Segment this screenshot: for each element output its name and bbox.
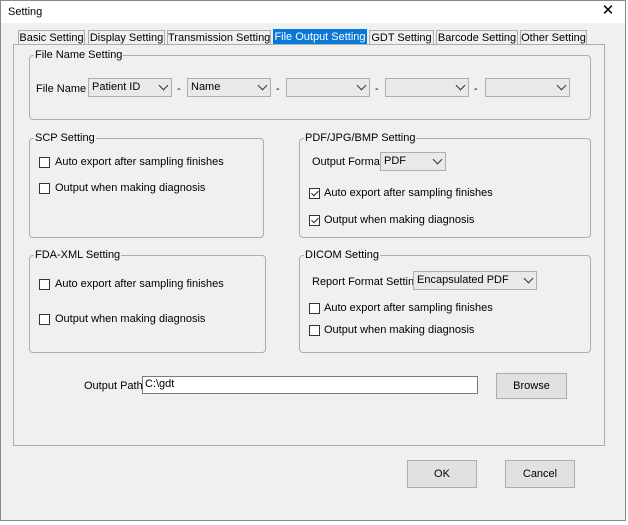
browse-button[interactable]: Browse	[496, 373, 567, 399]
fda-output-diagnosis-label: Output when making diagnosis	[55, 313, 206, 325]
output-path-input[interactable]: C:\gdt	[142, 376, 478, 394]
window-title: Setting	[8, 6, 43, 18]
file-name-separator: -	[177, 83, 181, 95]
chevron-down-icon	[432, 154, 443, 165]
output-format-value: PDF	[384, 155, 406, 167]
ok-button[interactable]: OK	[407, 460, 477, 488]
scp-output-diagnosis-checkbox[interactable]	[39, 183, 50, 194]
pdf-output-diagnosis-checkbox[interactable]	[309, 215, 320, 226]
file-name-part-5-select[interactable]	[485, 78, 570, 97]
scp-auto-export-label: Auto export after sampling finishes	[55, 156, 224, 168]
chevron-down-icon	[257, 80, 268, 91]
chevron-down-icon	[455, 80, 466, 91]
title-bar: Setting ✕	[1, 1, 625, 23]
fda-auto-export-checkbox[interactable]	[39, 279, 50, 290]
tab-barcode-setting[interactable]: Barcode Setting	[436, 30, 518, 45]
scp-setting-legend: SCP Setting	[35, 132, 95, 144]
file-name-separator: -	[276, 83, 280, 95]
chevron-down-icon	[556, 80, 567, 91]
file-name-label: File Name	[36, 83, 87, 95]
file-name-part-3-select[interactable]	[286, 78, 370, 97]
chevron-down-icon	[356, 80, 367, 91]
tab-display-setting[interactable]: Display Setting	[88, 30, 165, 45]
fda-xml-setting-legend: FDA-XML Setting	[35, 249, 121, 261]
chevron-down-icon	[523, 273, 534, 284]
pdf-output-diagnosis-label: Output when making diagnosis	[324, 214, 475, 226]
report-format-value: Encapsulated PDF	[417, 274, 509, 286]
pdf-auto-export-label: Auto export after sampling finishes	[324, 187, 493, 199]
dicom-auto-export-checkbox[interactable]	[309, 303, 320, 314]
file-name-part-2-select[interactable]: Name	[187, 78, 271, 97]
settings-dialog: Setting ✕ Basic Setting Display Setting …	[0, 0, 626, 521]
dicom-output-diagnosis-checkbox[interactable]	[309, 325, 320, 336]
scp-output-diagnosis-label: Output when making diagnosis	[55, 182, 206, 194]
tab-transmission-setting[interactable]: Transmission Setting	[167, 30, 271, 45]
pdf-setting-legend: PDF/JPG/BMP Setting	[305, 132, 416, 144]
file-name-separator: -	[474, 83, 478, 95]
dicom-output-diagnosis-label: Output when making diagnosis	[324, 324, 475, 336]
output-format-select[interactable]: PDF	[380, 152, 446, 171]
cancel-button[interactable]: Cancel	[505, 460, 575, 488]
file-name-part-1-value: Patient ID	[92, 81, 141, 93]
report-format-select[interactable]: Encapsulated PDF	[413, 271, 537, 290]
fda-xml-setting-group: FDA-XML Setting	[29, 249, 266, 353]
tab-file-output-setting[interactable]: File Output Setting	[273, 29, 367, 45]
close-icon[interactable]: ✕	[597, 2, 619, 20]
dicom-auto-export-label: Auto export after sampling finishes	[324, 302, 493, 314]
fda-output-diagnosis-checkbox[interactable]	[39, 314, 50, 325]
file-name-separator: -	[375, 83, 379, 95]
output-path-label: Output Path	[84, 380, 143, 392]
pdf-auto-export-checkbox[interactable]	[309, 188, 320, 199]
fda-auto-export-label: Auto export after sampling finishes	[55, 278, 224, 290]
dicom-setting-legend: DICOM Setting	[305, 249, 379, 261]
scp-auto-export-checkbox[interactable]	[39, 157, 50, 168]
tab-basic-setting[interactable]: Basic Setting	[18, 30, 85, 45]
output-format-label: Output Format	[312, 156, 383, 168]
dicom-setting-group: DICOM Setting	[299, 249, 591, 353]
file-name-part-2-value: Name	[191, 81, 221, 93]
file-name-setting-legend: File Name Setting	[35, 49, 123, 61]
tab-other-setting[interactable]: Other Setting	[520, 30, 587, 45]
tab-gdt-setting[interactable]: GDT Setting	[369, 30, 434, 45]
chevron-down-icon	[158, 80, 169, 91]
file-name-part-4-select[interactable]	[385, 78, 469, 97]
file-name-part-1-select[interactable]: Patient ID	[88, 78, 172, 97]
report-format-label: Report Format Setting	[312, 276, 421, 288]
